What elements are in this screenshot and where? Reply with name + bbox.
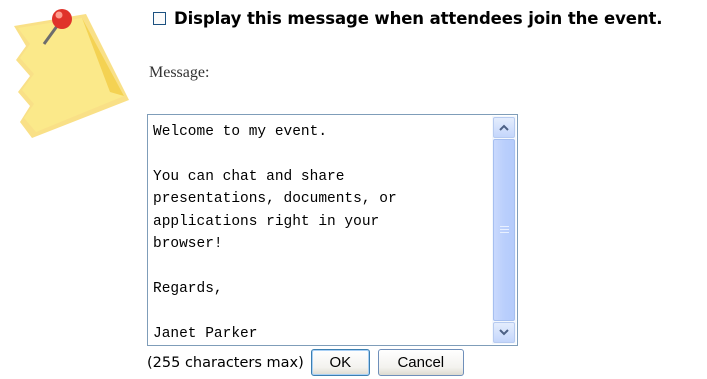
message-field[interactable]: Welcome to my event. You can chat and sh… [147, 114, 518, 346]
cancel-button[interactable]: Cancel [377, 349, 464, 376]
message-textarea[interactable]: Welcome to my event. You can chat and sh… [153, 121, 489, 343]
display-message-label: Display this message when attendees join… [174, 9, 663, 28]
ok-button[interactable]: OK [310, 349, 370, 376]
chevron-up-icon [499, 124, 509, 131]
display-message-option[interactable]: Display this message when attendees join… [153, 9, 663, 28]
scroll-down-button[interactable] [493, 322, 515, 343]
message-scrollbar[interactable] [492, 116, 516, 344]
scroll-thumb[interactable] [493, 139, 515, 321]
message-footer: (255 characters max) OK Cancel [147, 349, 464, 376]
scroll-grip-icon [500, 226, 509, 233]
sticky-note-pin-icon [0, 0, 135, 150]
message-label: Message: [149, 64, 210, 81]
character-limit-note: (255 characters max) [147, 354, 304, 371]
chevron-down-icon [499, 329, 509, 336]
display-message-checkbox[interactable] [153, 12, 166, 25]
scroll-up-button[interactable] [493, 117, 515, 138]
